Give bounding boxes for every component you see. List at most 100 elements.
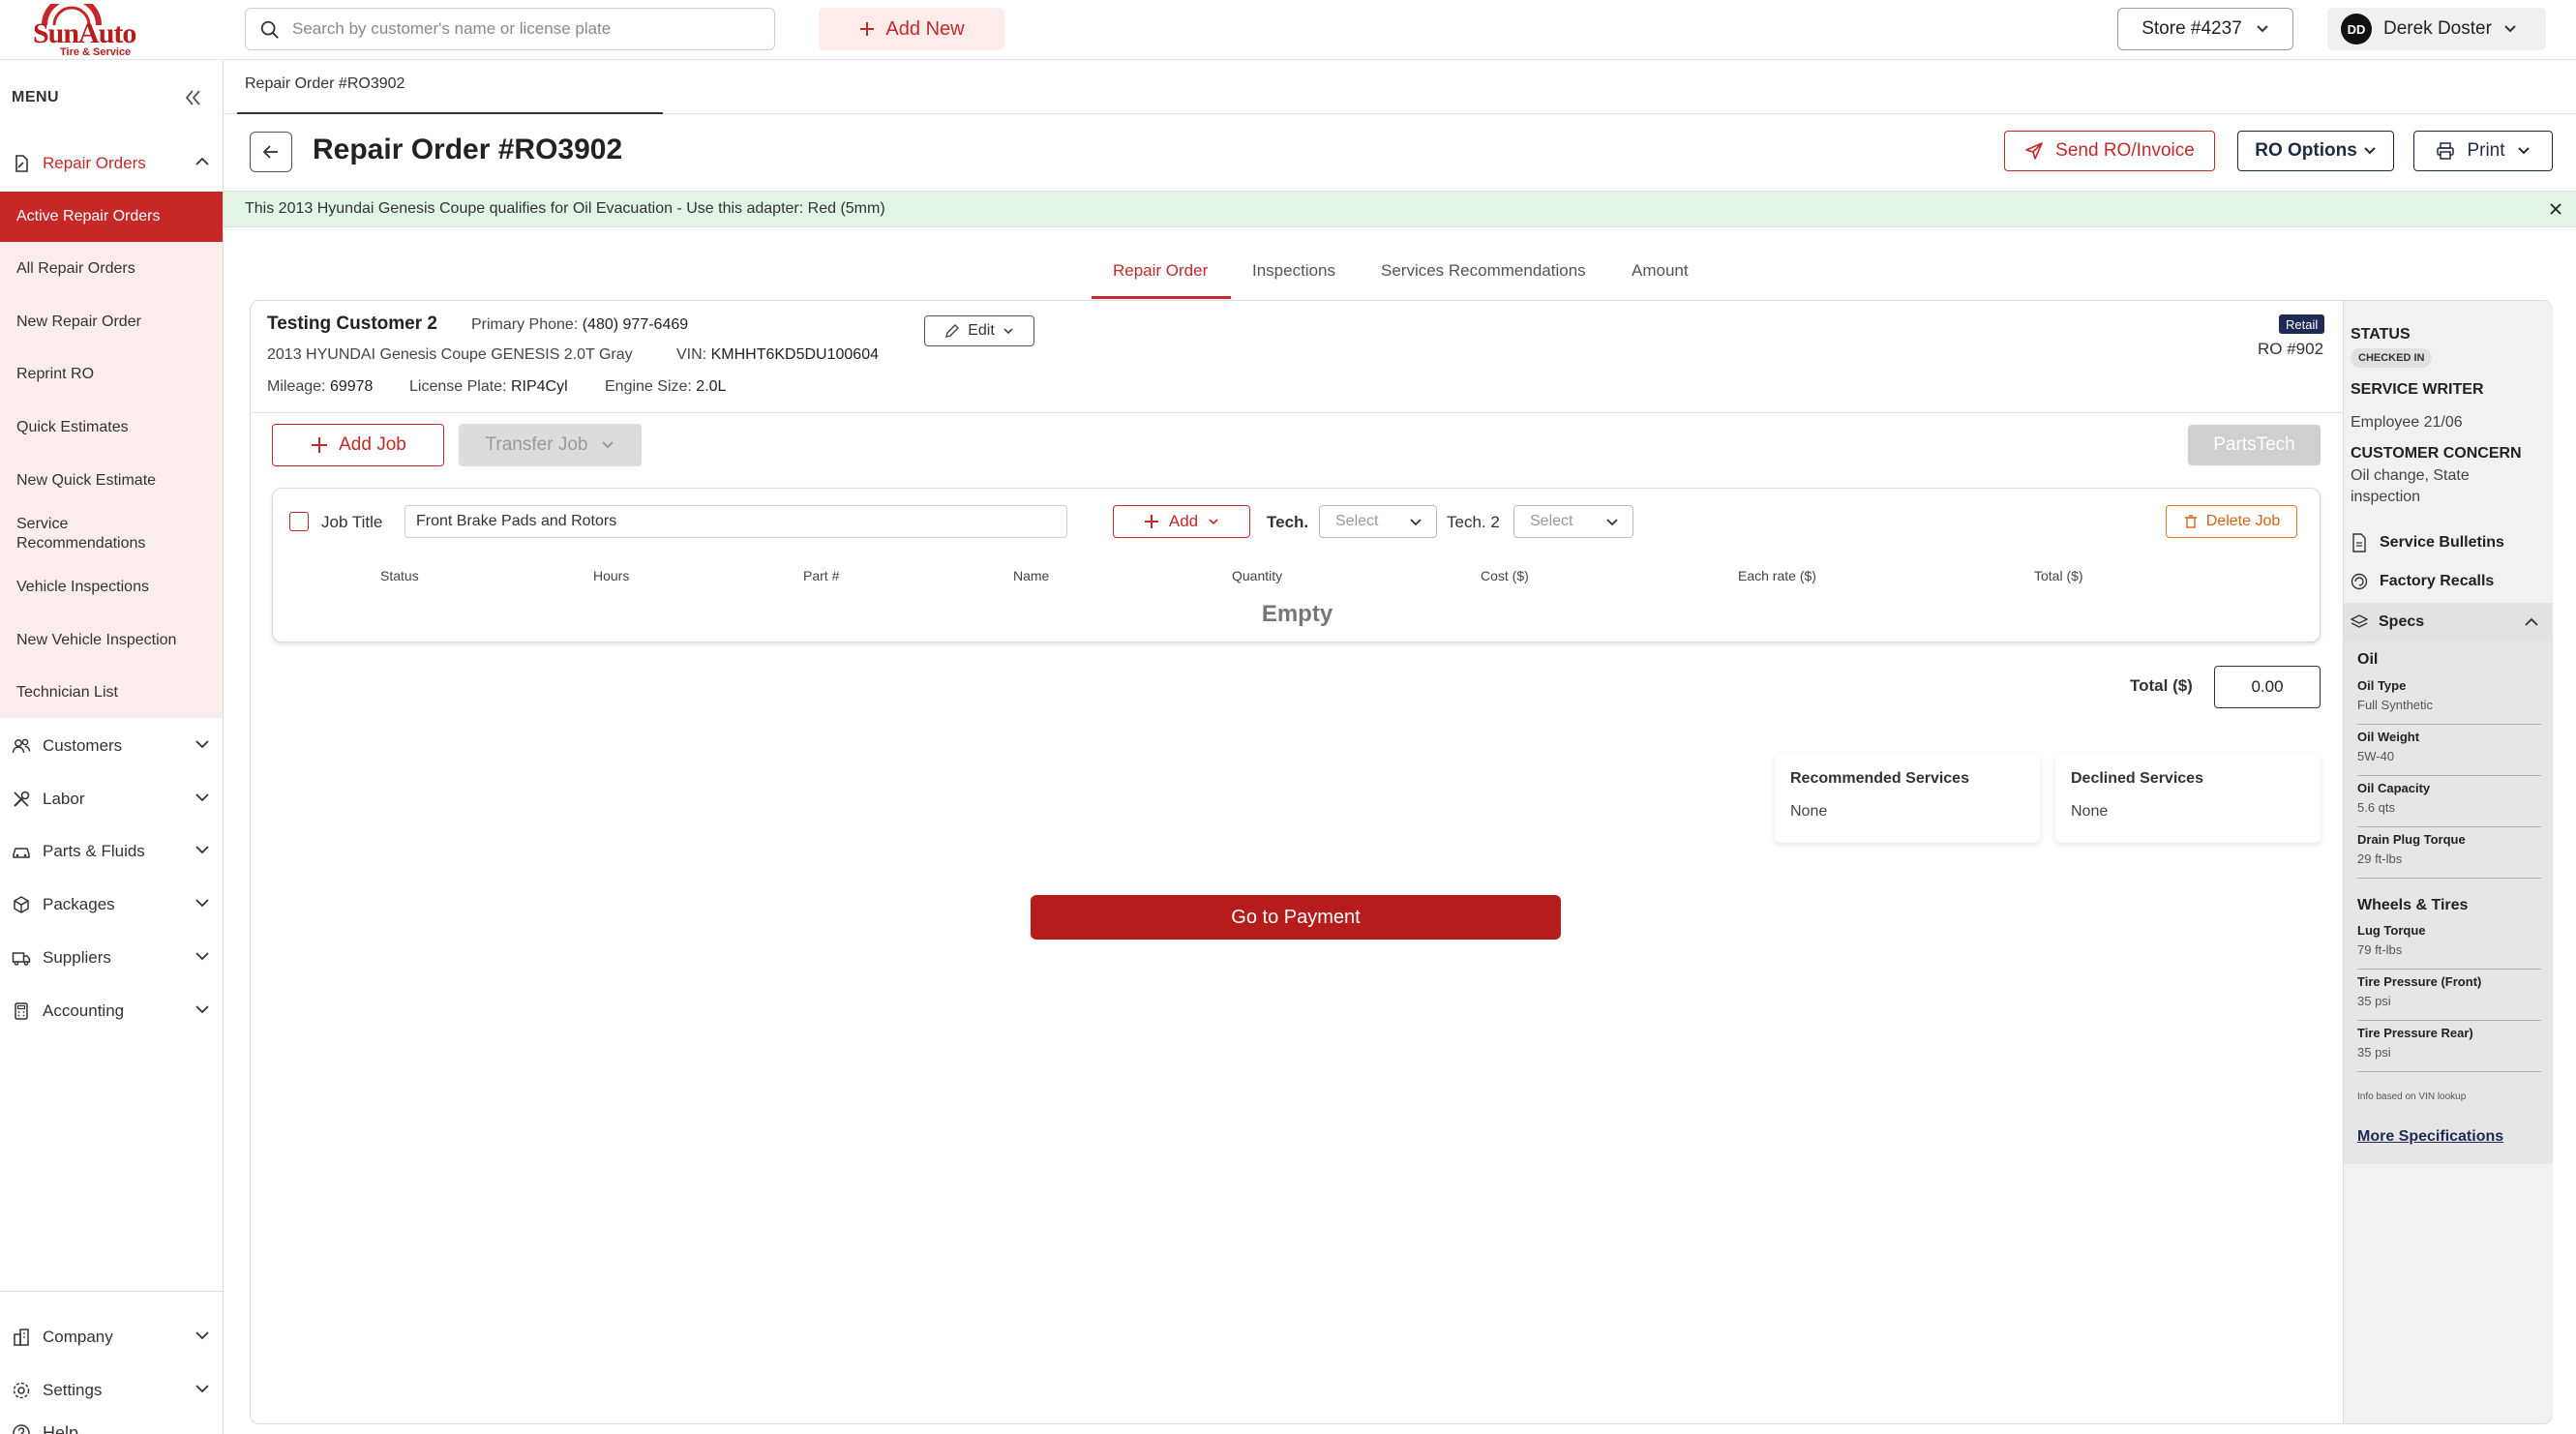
arrow-left-icon xyxy=(262,145,278,159)
search-box[interactable] xyxy=(245,8,775,50)
chevron-down-icon xyxy=(195,1005,209,1014)
add-job-button[interactable]: Add Job xyxy=(272,424,444,466)
building-icon xyxy=(14,1329,29,1346)
specs-toggle[interactable]: Specs xyxy=(2344,603,2553,642)
close-icon[interactable] xyxy=(2549,202,2562,216)
customer-name[interactable]: Testing Customer 2 xyxy=(267,314,437,335)
chevron-down-icon xyxy=(195,793,209,802)
tech2-select[interactable]: Select xyxy=(1513,505,1633,538)
sidebar-item-labor[interactable]: Labor xyxy=(0,779,224,820)
sidebar-item-settings[interactable]: Settings xyxy=(0,1370,224,1411)
delete-job-button[interactable]: Delete Job xyxy=(2166,505,2297,538)
sidebar-item-reprint-ro[interactable]: Reprint RO xyxy=(0,348,223,401)
package-icon xyxy=(14,896,29,913)
sidebar-item-parts-fluids[interactable]: Parts & Fluids xyxy=(0,831,224,872)
tab-inspections[interactable]: Inspections xyxy=(1252,261,1335,281)
sidebar-item-help[interactable]: Help xyxy=(0,1416,224,1434)
sidebar-item-new-repair-order[interactable]: New Repair Order xyxy=(0,296,223,348)
document-icon xyxy=(2352,533,2366,553)
collapse-sidebar-icon[interactable] xyxy=(184,89,203,106)
transfer-job-button[interactable]: Transfer Job xyxy=(459,424,642,466)
specs-label: Specs xyxy=(2379,613,2425,630)
send-ro-invoice-button[interactable]: Send RO/Invoice xyxy=(2004,131,2215,171)
plus-icon xyxy=(312,437,328,453)
spec-oil-type: Oil Type Full Synthetic xyxy=(2357,678,2541,725)
menu-heading: MENU xyxy=(12,89,60,105)
sidebar-item-service-recommendations[interactable]: Service Recommendations xyxy=(0,507,223,561)
add-job-label: Add Job xyxy=(339,434,406,455)
send-icon xyxy=(2025,142,2043,160)
sidebar-label: Settings xyxy=(43,1381,103,1399)
sidebar-item-new-vehicle-inspection[interactable]: New Vehicle Inspection xyxy=(0,613,223,668)
sidebar-item-new-quick-estimate[interactable]: New Quick Estimate xyxy=(0,455,223,507)
sidebar-item-company[interactable]: Company xyxy=(0,1317,224,1358)
tab-amount[interactable]: Amount xyxy=(1632,261,1689,281)
print-button[interactable]: Print xyxy=(2413,131,2553,171)
sidebar-item-all-repair-orders[interactable]: All Repair Orders xyxy=(0,242,223,296)
sidebar-item-suppliers[interactable]: Suppliers xyxy=(0,938,224,978)
wheels-group-label: Wheels & Tires xyxy=(2357,897,2469,913)
service-bulletins-link[interactable]: Service Bulletins xyxy=(2351,533,2504,553)
sidebar-item-technician-list[interactable]: Technician List xyxy=(0,668,223,718)
sidebar-item-vehicle-inspections[interactable]: Vehicle Inspections xyxy=(0,561,223,613)
job-title-label: Job Title xyxy=(321,513,383,531)
sidebar-item-packages[interactable]: Packages xyxy=(0,884,224,925)
add-new-label: Add New xyxy=(885,17,965,40)
ro-number: RO #902 xyxy=(2258,340,2324,358)
total-label: Total ($) xyxy=(2130,676,2193,695)
title-bar: Repair Order #RO3902 Send RO/Invoice RO … xyxy=(224,114,2576,190)
job-add-button[interactable]: Add xyxy=(1113,505,1250,538)
ro-details-panel: STATUS CHECKED IN SERVICE WRITER Employe… xyxy=(2343,301,2553,1423)
delete-job-label: Delete Job xyxy=(2205,513,2281,529)
edit-button[interactable]: Edit xyxy=(924,315,1034,346)
tech-select[interactable]: Select xyxy=(1319,505,1437,538)
tech2-label: Tech. 2 xyxy=(1447,513,1500,531)
sidebar-item-accounting[interactable]: Accounting xyxy=(0,991,224,1031)
tab-repair-order[interactable]: Repair Order xyxy=(1113,261,1208,281)
factory-recalls-link[interactable]: Factory Recalls xyxy=(2351,573,2494,590)
more-specifications-link[interactable]: More Specifications xyxy=(2357,1128,2503,1146)
back-button[interactable] xyxy=(250,132,292,172)
plus-icon xyxy=(1144,515,1158,528)
vehicle-description: 2013 HYUNDAI Genesis Coupe GENESIS 2.0T … xyxy=(267,346,633,363)
search-input[interactable] xyxy=(292,11,757,47)
vin: VIN: KMHHT6KD5DU100604 xyxy=(676,346,879,363)
total-field[interactable] xyxy=(2214,666,2321,708)
user-menu[interactable]: DD Derek Doster xyxy=(2327,8,2546,50)
breadcrumb-item[interactable]: Repair Order #RO3902 xyxy=(245,75,404,93)
column-header: Hours xyxy=(593,568,630,583)
chevron-down-icon xyxy=(195,952,209,961)
job-title-input[interactable] xyxy=(404,505,1067,538)
tab-services-recommendations[interactable]: Services Recommendations xyxy=(1381,261,1586,281)
page-title: Repair Order #RO3902 xyxy=(313,134,623,165)
customer-vehicle-info: Testing Customer 2 Primary Phone: (480) … xyxy=(251,301,2343,413)
search-icon xyxy=(260,20,279,39)
job-select-checkbox[interactable] xyxy=(289,512,309,531)
go-to-payment-button[interactable]: Go to Payment xyxy=(1031,895,1561,940)
sunauto-logo[interactable]: SunAuto Tire & Service xyxy=(29,4,150,58)
primary-phone: Primary Phone: (480) 977-6469 xyxy=(471,316,689,333)
add-new-button[interactable]: Add New xyxy=(819,8,1004,50)
sidebar-label: Suppliers xyxy=(43,948,111,967)
sidebar-item-quick-estimates[interactable]: Quick Estimates xyxy=(0,401,223,455)
brand-tagline: Tire & Service xyxy=(60,46,132,58)
sidebar-item-customers[interactable]: Customers xyxy=(0,726,224,766)
recall-icon xyxy=(2351,573,2368,590)
sidebar-item-active-repair-orders[interactable]: Active Repair Orders xyxy=(0,192,223,242)
chevron-down-icon xyxy=(2364,147,2376,155)
chevron-down-icon xyxy=(1410,519,1422,526)
chevron-down-icon xyxy=(195,899,209,908)
spec-oil-weight: Oil Weight 5W-40 xyxy=(2357,730,2541,776)
ro-options-button[interactable]: RO Options xyxy=(2237,131,2394,171)
car-icon xyxy=(13,848,30,858)
chevron-down-icon xyxy=(1003,328,1013,335)
partstech-button[interactable]: PartsTech xyxy=(2188,425,2321,465)
users-icon xyxy=(12,738,31,754)
sidebar-label: Customers xyxy=(43,736,123,755)
breadcrumb: Repair Order #RO3902 xyxy=(224,60,2576,114)
truck-icon xyxy=(12,952,31,966)
chevron-down-icon xyxy=(195,846,209,854)
store-selector[interactable]: Store #4237 xyxy=(2117,8,2293,50)
column-header: Name xyxy=(1013,568,1050,583)
sidebar-item-repair-orders[interactable]: Repair Orders xyxy=(0,143,224,184)
